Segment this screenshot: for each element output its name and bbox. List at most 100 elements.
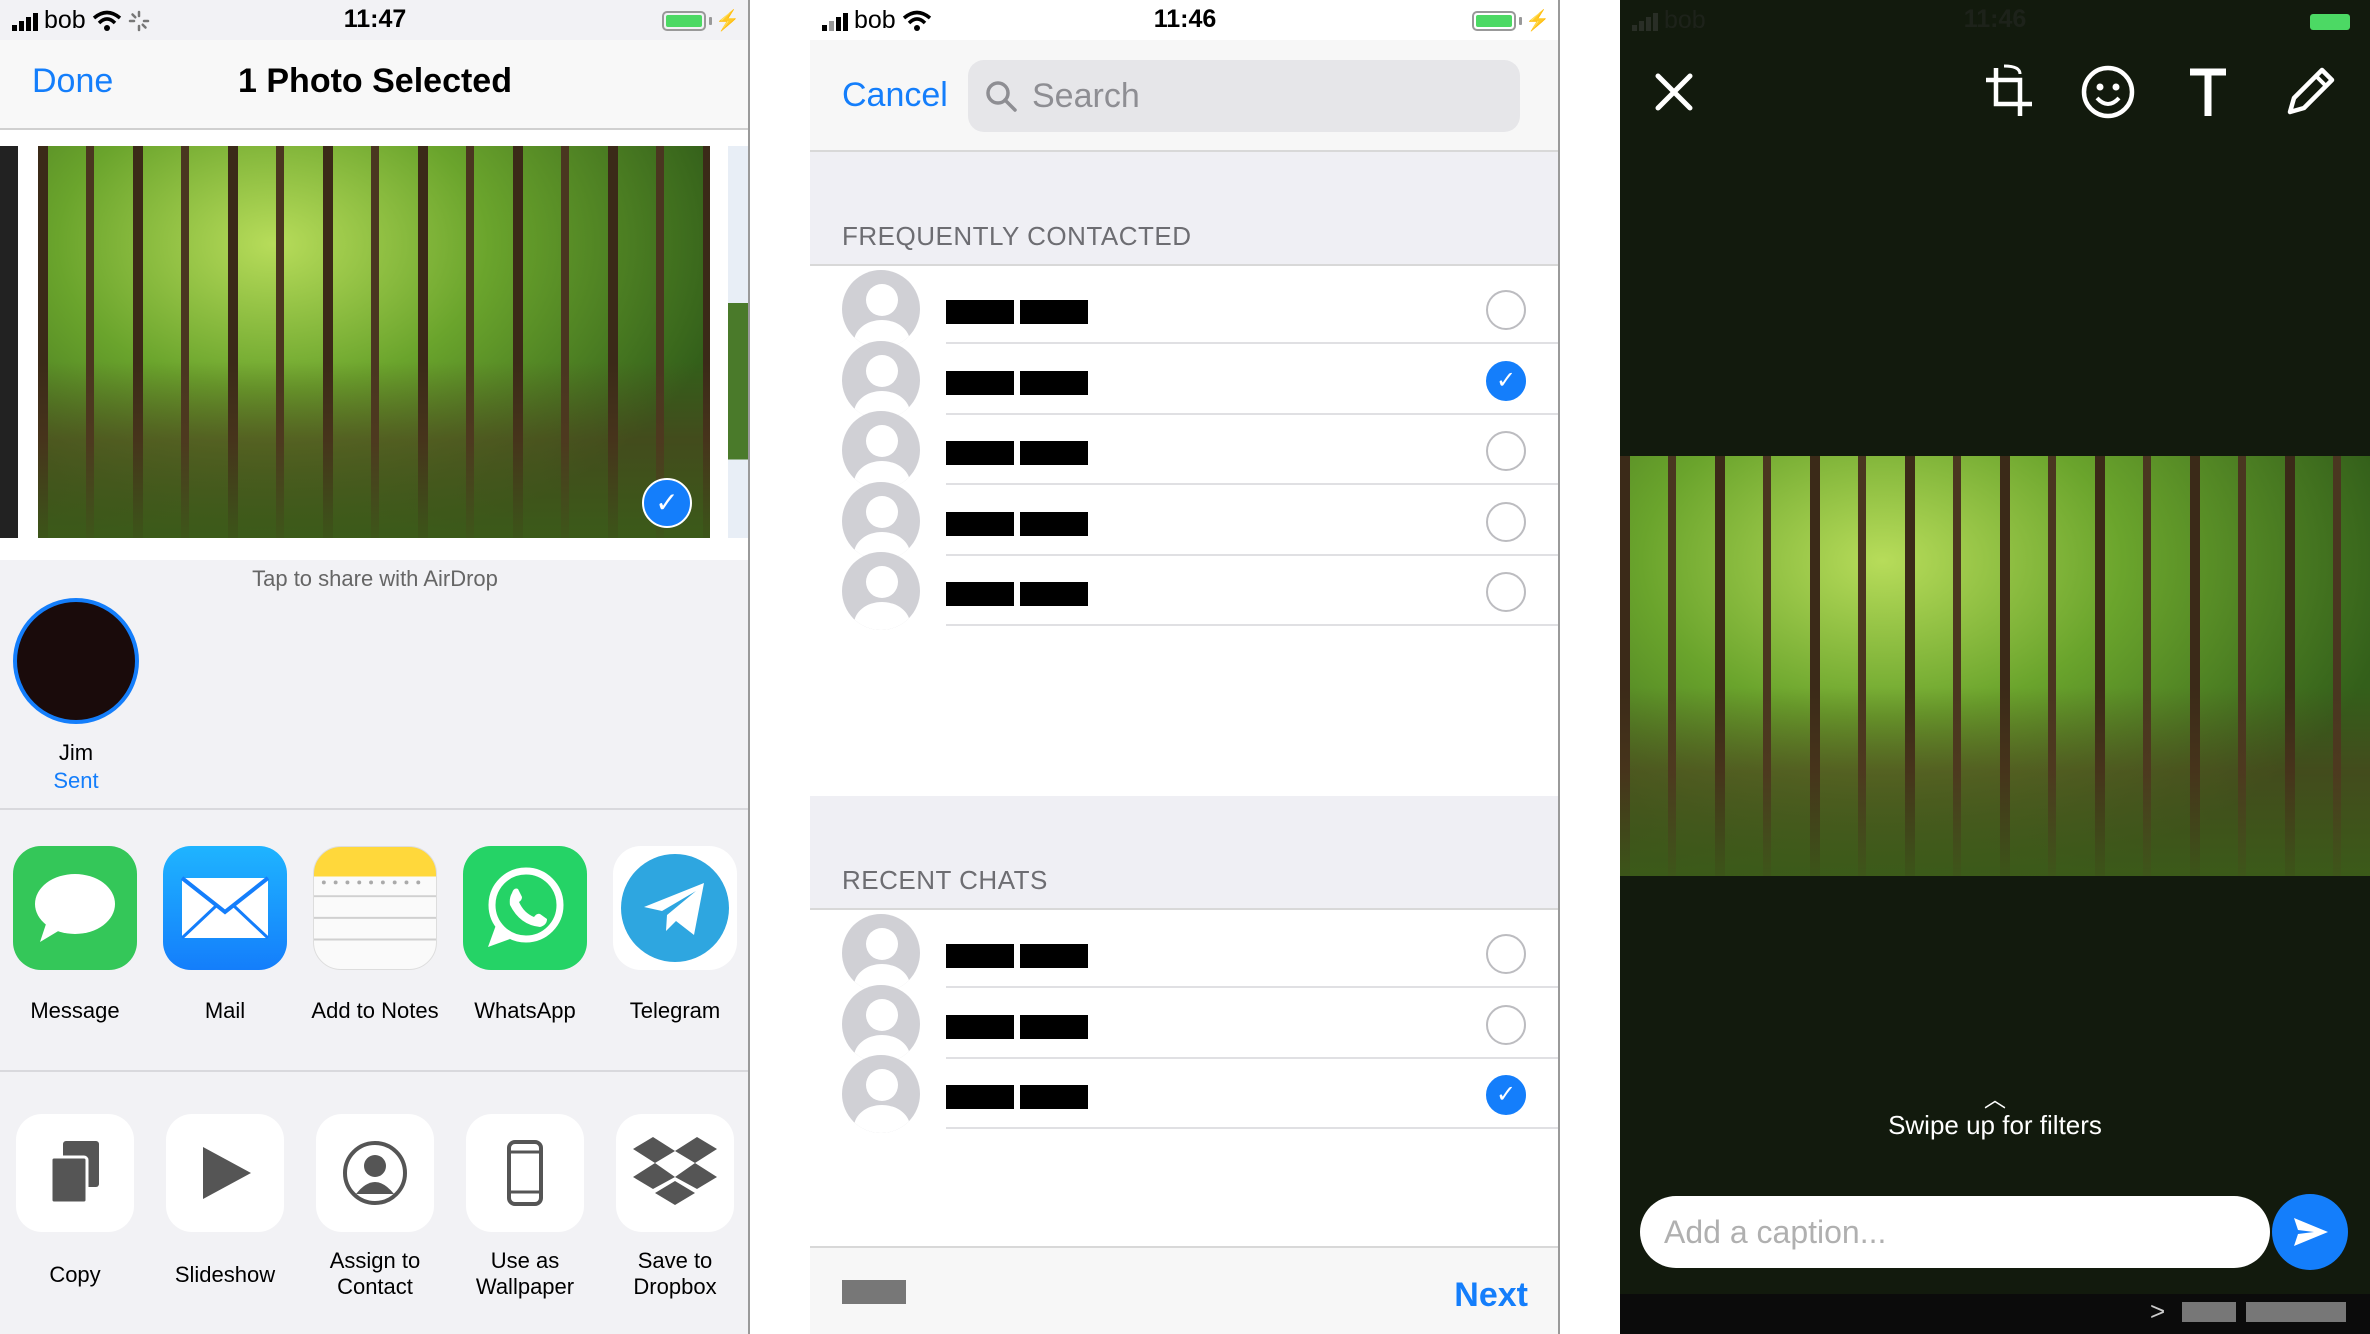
picker-nav-bar: Cancel Search bbox=[810, 40, 1560, 152]
emoji-sticker-icon[interactable] bbox=[2076, 60, 2140, 124]
pencil-draw-icon[interactable] bbox=[2278, 60, 2342, 124]
battery-icon bbox=[2310, 14, 2350, 30]
battery-icon: ⚡ bbox=[662, 8, 740, 33]
share-actions-row: Copy Slideshow Assign to Contact Use as … bbox=[0, 1114, 750, 1300]
redacted-contact-name bbox=[946, 300, 1014, 324]
send-button[interactable] bbox=[2272, 1194, 2348, 1270]
recipient-bar: > bbox=[1620, 1294, 2370, 1334]
cancel-button[interactable]: Cancel bbox=[842, 76, 948, 115]
select-radio-button[interactable] bbox=[1486, 934, 1526, 974]
action-label: Copy bbox=[49, 1262, 101, 1287]
select-radio-button[interactable] bbox=[1486, 431, 1526, 472]
status-time: 11:47 bbox=[343, 5, 407, 33]
share-app-label: Add to Notes bbox=[311, 998, 439, 1023]
avatar bbox=[842, 340, 920, 419]
redacted-contact-name bbox=[1020, 582, 1088, 607]
action-assign-contact[interactable]: Assign to Contact bbox=[300, 1114, 450, 1300]
selected-checkmark-icon[interactable]: ✓ bbox=[1486, 1075, 1526, 1116]
copy-icon bbox=[16, 1114, 134, 1232]
edited-photo[interactable] bbox=[1620, 456, 2370, 876]
whatsapp-icon bbox=[463, 846, 587, 970]
redacted-contact-name bbox=[946, 370, 1014, 395]
phone-icon bbox=[466, 1114, 584, 1232]
next-button[interactable]: Next bbox=[1454, 1276, 1528, 1315]
share-app-message[interactable]: Message bbox=[0, 846, 150, 1024]
contact-row[interactable] bbox=[810, 411, 1560, 490]
notes-icon bbox=[313, 846, 437, 970]
swipe-filters-hint[interactable]: ︿ Swipe up for filters bbox=[1620, 1089, 2370, 1141]
redacted-contact-name bbox=[946, 1014, 1014, 1039]
redacted-contact-name bbox=[1020, 1014, 1088, 1039]
action-label: Assign to Contact bbox=[329, 1248, 421, 1299]
editor-toolbar bbox=[1620, 60, 2370, 130]
share-app-whatsapp[interactable]: WhatsApp bbox=[450, 846, 600, 1024]
search-placeholder: Search bbox=[1032, 76, 1140, 115]
action-slideshow[interactable]: Slideshow bbox=[150, 1114, 300, 1300]
redacted-contact-name bbox=[1020, 370, 1088, 395]
action-use-as-wallpaper[interactable]: Use as Wallpaper bbox=[450, 1114, 600, 1300]
select-radio-button[interactable] bbox=[1486, 1004, 1526, 1045]
telegram-icon bbox=[613, 846, 737, 970]
caption-input[interactable]: Add a caption... bbox=[1640, 1196, 2270, 1268]
contact-row[interactable]: ✓ bbox=[810, 340, 1560, 419]
status-time: 11:46 bbox=[1153, 5, 1217, 33]
share-app-label: WhatsApp bbox=[474, 998, 576, 1023]
photo-strip[interactable] bbox=[0, 130, 750, 560]
share-apps-row: Message Mail Add to Notes WhatsApp Teleg… bbox=[0, 846, 750, 1024]
search-icon bbox=[986, 81, 1017, 112]
avatar bbox=[842, 914, 920, 992]
share-app-label: Message bbox=[30, 998, 120, 1023]
redacted-contact-name bbox=[1020, 511, 1088, 536]
close-icon[interactable] bbox=[1642, 60, 1706, 124]
avatar bbox=[842, 411, 920, 490]
redacted-contact-name bbox=[946, 582, 1014, 607]
contact-row[interactable] bbox=[810, 984, 1560, 1063]
contact-row[interactable] bbox=[810, 270, 1560, 348]
share-app-telegram[interactable]: Telegram bbox=[600, 846, 750, 1024]
avatar bbox=[842, 481, 920, 560]
photo-selected-checkmark-icon[interactable]: ✓ bbox=[642, 478, 692, 528]
mail-icon bbox=[163, 846, 287, 970]
share-app-label: Mail bbox=[204, 998, 246, 1023]
avatar bbox=[842, 1055, 920, 1134]
status-bar: bob 11:46 ⚡ bbox=[810, 0, 1560, 40]
airdrop-contact[interactable]: Jim Sent bbox=[8, 598, 144, 794]
next-photo-thumbnail[interactable] bbox=[728, 146, 750, 538]
status-bar: bob 11:46 bbox=[1620, 0, 2370, 40]
redacted-recipient bbox=[2182, 1302, 2236, 1322]
contact-icon bbox=[316, 1114, 434, 1232]
crop-rotate-icon[interactable] bbox=[1976, 60, 2040, 124]
search-input[interactable]: Search bbox=[968, 60, 1520, 132]
play-icon bbox=[166, 1114, 284, 1232]
image-editor-screen: bob 11:46 ︿ Swipe up for filters Add a c… bbox=[1620, 0, 2370, 1334]
text-tool-icon[interactable] bbox=[2176, 60, 2240, 124]
contact-row[interactable] bbox=[810, 914, 1560, 992]
share-app-mail[interactable]: Mail bbox=[150, 846, 300, 1024]
send-icon bbox=[2294, 1218, 2328, 1246]
selected-photo-thumbnail[interactable] bbox=[38, 146, 710, 538]
select-radio-button[interactable] bbox=[1486, 501, 1526, 542]
select-radio-button[interactable] bbox=[1486, 572, 1526, 613]
airdrop-status: Sent bbox=[53, 768, 99, 793]
battery-icon: ⚡ bbox=[1472, 8, 1550, 33]
contact-row[interactable] bbox=[810, 552, 1560, 631]
select-radio-button[interactable] bbox=[1486, 290, 1526, 330]
section-title: FREQUENTLY CONTACTED bbox=[842, 221, 1192, 251]
action-save-to-dropbox[interactable]: Save to Dropbox bbox=[600, 1114, 750, 1300]
selected-checkmark-icon[interactable]: ✓ bbox=[1486, 360, 1526, 401]
action-label: Save to Dropbox bbox=[633, 1248, 717, 1299]
previous-photo-thumbnail[interactable] bbox=[0, 146, 18, 538]
redacted-selection-summary bbox=[842, 1280, 906, 1304]
avatar bbox=[842, 984, 920, 1063]
contact-picker-screen: bob 11:46 ⚡ Cancel Search FREQUENTLY CON… bbox=[810, 0, 1560, 1334]
contact-row[interactable] bbox=[810, 481, 1560, 560]
section-header-recent: RECENT CHATS bbox=[810, 796, 1560, 910]
share-app-notes[interactable]: Add to Notes bbox=[300, 846, 450, 1024]
avatar bbox=[842, 270, 920, 348]
divider bbox=[946, 624, 1560, 627]
action-copy[interactable]: Copy bbox=[0, 1114, 150, 1300]
contact-row[interactable]: ✓ bbox=[810, 1055, 1560, 1134]
share-app-label: Telegram bbox=[629, 998, 721, 1023]
swipe-hint-text: Swipe up for filters bbox=[1888, 1110, 2102, 1140]
section-header-frequent: FREQUENTLY CONTACTED bbox=[810, 152, 1560, 266]
